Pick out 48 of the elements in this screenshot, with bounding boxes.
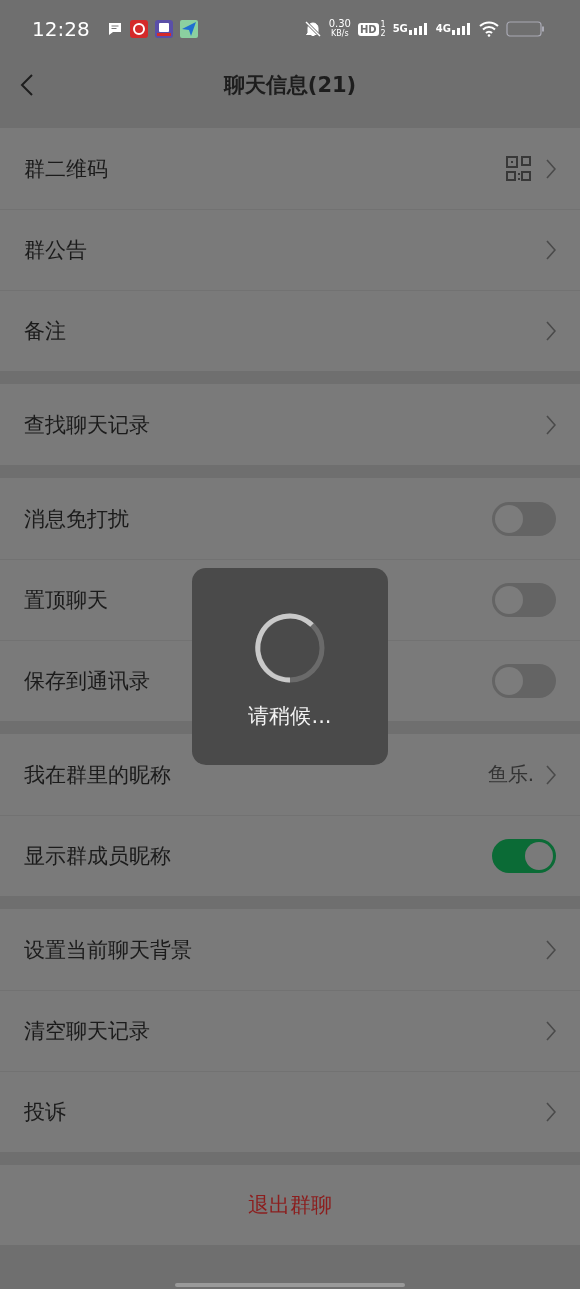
net-unit: KB/s [330, 29, 349, 39]
chevron-right-icon[interactable] [546, 240, 556, 260]
network-label: 4G [435, 23, 451, 34]
row-label[interactable]: 显示群成员昵称 [24, 842, 492, 870]
chevron-right-icon[interactable] [546, 939, 556, 960]
row-label[interactable]: 查找聊天记录 [24, 410, 546, 439]
send-icon [179, 20, 198, 38]
chevron-right-icon[interactable] [546, 158, 556, 179]
row-value: 鱼乐. [487, 761, 534, 788]
toggle-switch[interactable] [492, 501, 556, 536]
chevron-right-icon[interactable] [546, 414, 556, 435]
row-label[interactable]: 群公告 [24, 236, 546, 264]
row-label[interactable]: 保存到通讯录 [24, 667, 492, 695]
toggle-switch[interactable] [492, 839, 556, 873]
status-time: 12:28 [32, 17, 90, 41]
back-icon[interactable] [20, 73, 34, 97]
chevron-right-icon[interactable] [546, 321, 556, 341]
chevron-right-icon[interactable] [546, 1102, 556, 1122]
loading-text: 请稍候... [248, 702, 332, 730]
battery-icon [506, 21, 546, 37]
row-label[interactable]: 置顶聊天 [24, 586, 492, 614]
exit-group-button[interactable]: 退出群聊 [0, 1165, 580, 1245]
row-label[interactable]: 投诉 [24, 1098, 546, 1126]
toggle-switch[interactable] [492, 583, 556, 617]
row-label[interactable]: 设置当前聊天背景 [24, 935, 546, 964]
network-label: 5G [392, 23, 408, 34]
chevron-right-icon[interactable] [546, 764, 556, 785]
hd-badge: HD [357, 22, 379, 36]
row-label[interactable]: 我在群里的昵称 [24, 760, 488, 789]
net-speed: 0.30 [328, 19, 351, 29]
wifi-icon [479, 21, 499, 37]
row-label[interactable]: 备注 [24, 317, 546, 345]
app-icon [154, 20, 173, 38]
chevron-right-icon[interactable] [546, 1021, 556, 1041]
sim-label: 1 [380, 20, 386, 29]
qr-code-icon[interactable] [506, 155, 532, 182]
signal-icon [452, 23, 472, 35]
row-label[interactable]: 消息免打扰 [24, 504, 492, 533]
row-label[interactable]: 群二维码 [24, 154, 506, 183]
page-title: 聊天信息(21) [223, 72, 357, 99]
message-icon [106, 21, 123, 37]
spinner-icon [254, 611, 326, 684]
mute-bell-icon [303, 20, 322, 38]
sim-label: 2 [380, 29, 386, 38]
toggle-switch[interactable] [492, 664, 556, 698]
app-icon [129, 20, 148, 38]
row-label[interactable]: 清空聊天记录 [24, 1017, 546, 1045]
signal-icon [408, 23, 429, 35]
